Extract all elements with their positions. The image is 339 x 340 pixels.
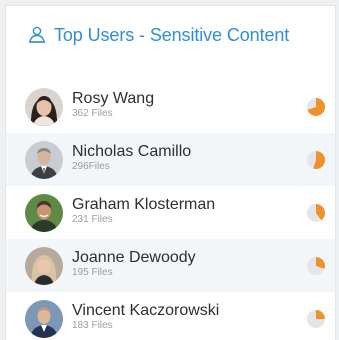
user-name[interactable]: Vincent Kaczorowski: [72, 301, 219, 320]
file-count: 195 Files: [72, 267, 113, 278]
user-name[interactable]: Rosy Wang: [72, 89, 154, 108]
user-row[interactable]: Vincent Kaczorowski 183 Files: [6, 292, 335, 340]
share-pie-chart: [307, 257, 326, 275]
avatar: [25, 246, 63, 285]
card-title: Top Users - Sensitive Content: [54, 24, 290, 45]
share-pie-chart: [307, 310, 325, 328]
user-info: Nicholas Camillo 296Files: [72, 142, 191, 173]
share-pie-chart: [307, 98, 325, 116]
user-info: Joanne Dewoody 195 Files: [72, 248, 196, 279]
user-info: Graham Klosterman 231 Files: [72, 195, 215, 226]
user-info: Rosy Wang 362 Files: [72, 89, 154, 120]
users-icon: [26, 24, 48, 46]
top-users-card: Top Users - Sensitive Content Rosy Wang …: [6, 6, 335, 340]
card-header: Top Users - Sensitive Content: [6, 6, 335, 64]
user-list: Rosy Wang 362 Files Nicholas Camillo 296…: [6, 80, 335, 340]
user-row[interactable]: Graham Klosterman 231 Files: [6, 186, 335, 239]
user-row[interactable]: Joanne Dewoody 195 Files: [6, 239, 335, 292]
share-pie-chart: [307, 204, 325, 222]
user-info: Vincent Kaczorowski 183 Files: [72, 301, 219, 332]
user-name[interactable]: Joanne Dewoody: [72, 248, 196, 267]
user-name[interactable]: Graham Klosterman: [72, 195, 215, 214]
user-name[interactable]: Nicholas Camillo: [72, 142, 191, 161]
share-pie-chart: [307, 151, 325, 169]
user-row[interactable]: Rosy Wang 362 Files: [6, 80, 335, 133]
user-row[interactable]: Nicholas Camillo 296Files: [6, 133, 335, 186]
file-count: 183 Files: [72, 320, 113, 331]
file-count: 362 Files: [72, 108, 113, 119]
avatar: [25, 140, 63, 179]
avatar: [25, 299, 63, 338]
avatar: [25, 193, 63, 232]
file-count: 231 Files: [72, 214, 113, 225]
pie-slice: [316, 310, 325, 319]
file-count: 296Files: [72, 161, 110, 172]
avatar: [25, 87, 63, 126]
